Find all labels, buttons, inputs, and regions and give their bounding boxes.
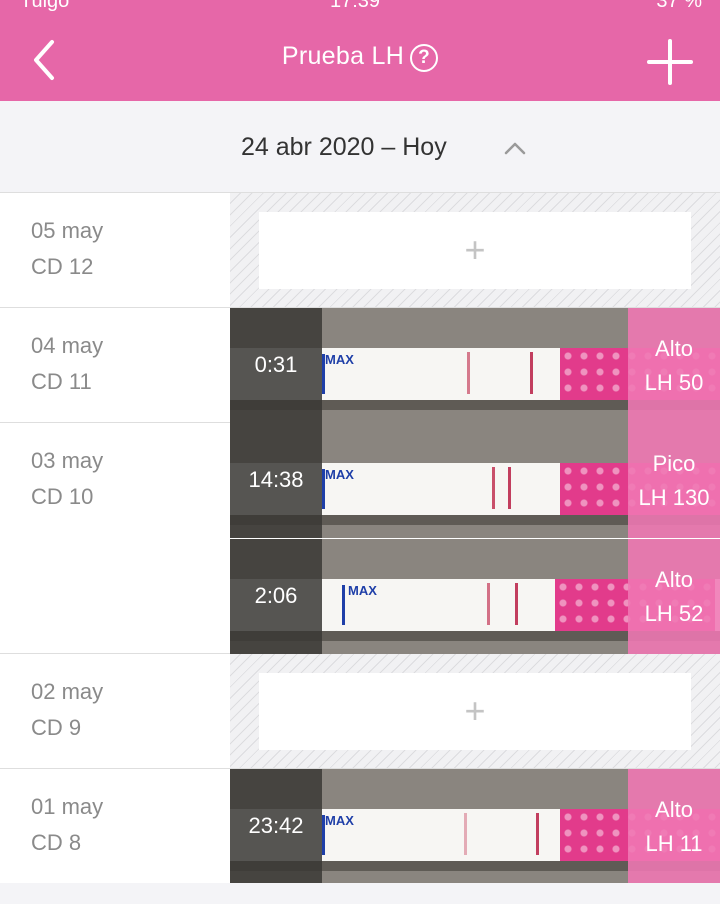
top-bar: Prueba LH? — [0, 0, 720, 101]
result-level: Alto — [655, 336, 693, 361]
control-line — [508, 467, 511, 509]
battery-label: 37 % — [656, 0, 702, 12]
test-time-overlay: 14:38 — [230, 423, 322, 538]
result-lh-value: LH 11 — [645, 831, 703, 856]
day-row: 04 may CD 11 MAX 0:31 Alto LH 50 — [0, 308, 720, 423]
day-row: 01 may CD 8 MAX 23:42 Alto LH 11 — [0, 769, 720, 884]
test-result-badge: Pico LH 130 — [628, 423, 720, 538]
result-lh-value: LH 52 — [644, 601, 704, 626]
list-footer — [0, 883, 720, 904]
test-line — [492, 467, 495, 509]
test-time-overlay: 0:31 — [230, 308, 322, 423]
cycle-day: CD 8 — [31, 830, 82, 855]
plus-icon: + — [464, 690, 486, 731]
day-date-cell: 02 may CD 9 — [0, 654, 230, 768]
test-result-badge: Alto LH 50 — [628, 308, 720, 423]
page-title: Prueba LH? — [0, 42, 720, 72]
test-time-overlay: 2:06 — [230, 539, 322, 654]
day-date-cell: 04 may CD 11 — [0, 308, 230, 422]
help-button[interactable]: ? — [410, 44, 439, 72]
day-date-cell: 03 may CD 10 — [0, 423, 230, 653]
plus-icon: + — [464, 229, 486, 270]
day-date: 01 may — [31, 794, 104, 819]
strip-max-label: MAX — [325, 813, 354, 828]
control-line — [536, 813, 539, 855]
test-entry[interactable]: MAX 23:42 Alto LH 11 — [230, 769, 720, 884]
add-test-button[interactable] — [646, 38, 694, 86]
result-lh-value: LH 130 — [638, 485, 710, 510]
result-level: Pico — [652, 451, 696, 476]
strip-max-label: MAX — [325, 467, 354, 482]
date-range-selector[interactable]: 24 abr 2020 – Hoy — [0, 101, 720, 193]
result-level: Alto — [655, 567, 693, 592]
control-line — [530, 352, 533, 394]
strip-max-label: MAX — [348, 583, 377, 598]
add-test-card[interactable]: + — [259, 212, 691, 289]
test-time: 2:06 — [254, 583, 298, 608]
test-entry[interactable]: MAX 0:31 Alto LH 50 — [230, 308, 720, 423]
day-date: 03 may — [31, 448, 104, 473]
day-date-cell: 05 may CD 12 — [0, 193, 230, 307]
test-time: 0:31 — [254, 352, 298, 377]
strip-marker — [342, 585, 345, 625]
test-line — [467, 352, 470, 394]
test-time-overlay: 23:42 — [230, 769, 322, 884]
test-line — [487, 583, 490, 625]
day-date: 04 may — [31, 333, 104, 358]
day-row: 02 may CD 9 + — [0, 654, 720, 769]
chevron-up-icon[interactable] — [504, 141, 526, 155]
day-date: 05 may — [31, 218, 104, 243]
test-result-badge: Alto LH 52 — [628, 539, 720, 654]
day-row: 03 may CD 10 MAX 14:38 Pico LH 130 MAX 2… — [0, 423, 720, 654]
test-time: 23:42 — [248, 813, 304, 838]
control-line — [515, 583, 518, 625]
test-entry[interactable]: MAX 2:06 Alto LH 52 — [230, 539, 720, 654]
add-test-card[interactable]: + — [259, 673, 691, 750]
result-lh-value: LH 50 — [644, 370, 704, 395]
date-range-label[interactable]: 24 abr 2020 – Hoy — [241, 133, 447, 162]
strip-max-label: MAX — [325, 352, 354, 367]
day-date-cell: 01 may CD 8 — [0, 769, 230, 883]
day-date: 02 may — [31, 679, 104, 704]
cycle-day: CD 9 — [31, 715, 82, 740]
plus-icon — [647, 39, 693, 85]
result-level: Alto — [655, 797, 693, 822]
cycle-day: CD 12 — [31, 254, 94, 279]
test-time: 14:38 — [248, 467, 304, 492]
cycle-day: CD 11 — [31, 369, 92, 394]
test-result-badge: Alto LH 11 — [628, 769, 720, 884]
status-bar: Tuigo 17:39 37 % — [0, 0, 720, 12]
test-entry[interactable]: MAX 14:38 Pico LH 130 — [230, 423, 720, 538]
empty-test-slot: + — [230, 654, 720, 768]
empty-test-slot: + — [230, 193, 720, 307]
test-line — [464, 813, 467, 855]
cycle-day: CD 10 — [31, 484, 94, 509]
day-row: 05 may CD 12 + — [0, 193, 720, 308]
page-title-text: Prueba LH — [281, 42, 405, 70]
clock-label: 17:39 — [330, 0, 381, 12]
question-circle-icon: ? — [418, 47, 431, 68]
carrier-label: Tuigo — [20, 0, 70, 12]
